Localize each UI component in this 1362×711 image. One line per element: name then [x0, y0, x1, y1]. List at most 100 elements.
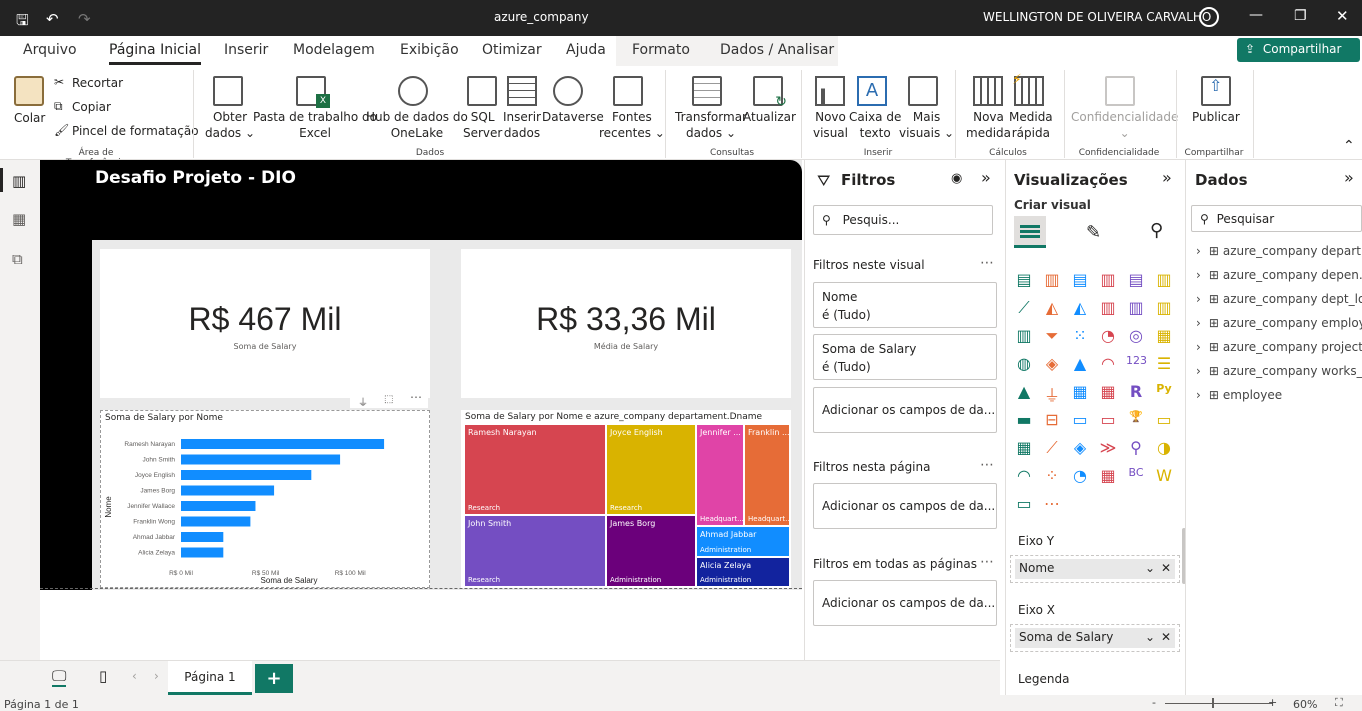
- chevron-right-icon[interactable]: ›: [1196, 244, 1201, 258]
- 100-column-chart-icon[interactable]: ▥: [1154, 270, 1174, 289]
- dot-matrix-icon[interactable]: ⁘: [1042, 466, 1062, 485]
- clustered-column-chart-icon[interactable]: ▥: [1098, 270, 1118, 289]
- report-title[interactable]: Desafio Projeto - DIO: [95, 168, 296, 188]
- data-table-item[interactable]: › ⊞ azure_company depart...: [1196, 244, 1362, 258]
- new-measure-button[interactable]: Nova medida: [966, 109, 1011, 141]
- key-influencers-icon[interactable]: ▬: [1014, 410, 1034, 429]
- menu-ajuda[interactable]: Ajuda: [566, 42, 606, 58]
- table-icon[interactable]: ▦: [1070, 382, 1090, 401]
- qa-icon[interactable]: ▭: [1070, 410, 1090, 429]
- treemap-tile[interactable]: Jennifer ... Headquart...: [697, 425, 744, 525]
- add-page-button[interactable]: +: [255, 664, 293, 693]
- chevron-right-icon[interactable]: ›: [1196, 292, 1201, 306]
- excel-workbook-button[interactable]: Pasta de trabalho do Excel: [253, 109, 377, 141]
- collapse-data-icon[interactable]: »: [1344, 168, 1354, 187]
- donut-chart-icon[interactable]: ◎: [1126, 326, 1146, 345]
- matrix-icon[interactable]: ▦: [1098, 382, 1118, 401]
- eixo-x-field[interactable]: Soma de Salary ⌄ ✕: [1015, 628, 1175, 648]
- zoom-in-icon[interactable]: +: [1268, 696, 1277, 709]
- treemap-tile[interactable]: John Smith Research: [465, 516, 605, 586]
- prev-page-icon[interactable]: ‹: [132, 669, 137, 683]
- treemap-tile[interactable]: Ahmad Jabbar Administration: [697, 527, 789, 556]
- sql-server-button[interactable]: SQL Server: [463, 109, 502, 141]
- power-automate-icon[interactable]: ⟋: [1042, 438, 1062, 457]
- more-visuals-button[interactable]: Mais visuais ⌄: [899, 109, 954, 141]
- treemap-visual[interactable]: Soma de Salary por Nome e azure_company …: [461, 410, 792, 588]
- chevron-right-icon[interactable]: ›: [1196, 364, 1201, 378]
- pie-chart-icon[interactable]: ◔: [1098, 326, 1118, 345]
- restore-icon[interactable]: ❐: [1294, 8, 1307, 24]
- treemap-tile[interactable]: James Borg Administration: [607, 516, 695, 586]
- azure-map-icon[interactable]: ▲: [1070, 354, 1090, 373]
- refresh-button[interactable]: Atualizar: [743, 109, 796, 125]
- chevron-visual-icon[interactable]: ≫: [1098, 438, 1118, 457]
- menu-arquivo[interactable]: Arquivo: [23, 42, 77, 58]
- bar-chart-visual[interactable]: Soma de Salary por Nome Ramesh Narayan Jo…: [100, 410, 430, 588]
- r-visual-icon[interactable]: R: [1126, 382, 1146, 401]
- minimize-icon[interactable]: —: [1249, 7, 1263, 23]
- data-table-item[interactable]: › ⊞ azure_company employ...: [1196, 316, 1362, 330]
- menu-exibicao[interactable]: Exibição: [400, 42, 459, 58]
- menu-inserir[interactable]: Inserir: [224, 42, 268, 58]
- cut-button[interactable]: Recortar: [72, 75, 123, 91]
- paste-button[interactable]: Colar: [14, 110, 45, 126]
- add-all-pages-filter-dropzone[interactable]: Adicionar os campos de da...: [813, 580, 997, 626]
- copy-button[interactable]: Copiar: [72, 99, 111, 115]
- data-table-item[interactable]: › ⊞ azure_company depen...: [1196, 268, 1362, 282]
- chevron-down-icon[interactable]: ⌄: [1145, 630, 1155, 644]
- gauge-icon[interactable]: ◠: [1098, 354, 1118, 373]
- line-column-chart-icon[interactable]: ▥: [1098, 298, 1118, 317]
- waterfall-chart-icon[interactable]: ▥: [1014, 326, 1034, 345]
- clustered-bar-chart-icon[interactable]: ▤: [1070, 270, 1090, 289]
- add-visual-filter-dropzone[interactable]: Adicionar os campos de da...: [813, 387, 997, 433]
- report-view-icon[interactable]: ▥: [12, 172, 26, 190]
- more-options-icon[interactable]: ⋯: [980, 457, 994, 473]
- menu-dados-analisar[interactable]: Dados / Analisar: [720, 42, 834, 58]
- chevron-right-icon[interactable]: ›: [1196, 268, 1201, 282]
- power-apps-icon[interactable]: ▦: [1014, 438, 1034, 457]
- format-visual-icon[interactable]: ✎: [1086, 222, 1101, 243]
- bar[interactable]: [181, 532, 224, 542]
- bar[interactable]: [181, 470, 312, 480]
- pie-visual-icon[interactable]: ◔: [1070, 466, 1090, 485]
- ribbon-chart-icon[interactable]: ▥: [1154, 298, 1174, 317]
- recent-sources-button[interactable]: Fontes recentes ⌄: [599, 109, 665, 141]
- kpi-card-sum-salary[interactable]: R$ 467 Mil Soma de Salary: [100, 249, 430, 398]
- search-visual-icon[interactable]: ⚲: [1126, 438, 1146, 457]
- collapse-filters-icon[interactable]: »: [981, 168, 991, 187]
- share-button[interactable]: ⇪ Compartilhar ⌄: [1237, 38, 1360, 70]
- more-options-icon[interactable]: ⋯: [980, 554, 994, 570]
- stacked-column-chart-icon[interactable]: ▥: [1042, 270, 1062, 289]
- filter-card-nome[interactable]: Nome é (Tudo): [813, 282, 997, 328]
- stacked-area-chart-icon[interactable]: ◭: [1070, 298, 1090, 317]
- slicer-icon[interactable]: ⏚: [1042, 382, 1062, 405]
- fit-to-page-icon[interactable]: ⛶: [1335, 696, 1343, 710]
- desktop-layout-icon[interactable]: 🖵: [52, 667, 67, 687]
- zoom-slider-thumb[interactable]: [1212, 698, 1214, 708]
- menu-modelagem[interactable]: Modelagem: [293, 42, 375, 58]
- filled-map-icon[interactable]: ◈: [1042, 354, 1062, 373]
- chevron-down-icon[interactable]: ⌄: [1145, 561, 1155, 575]
- kpi-icon[interactable]: ▲: [1014, 382, 1034, 401]
- format-painter-button[interactable]: Pincel de formatação: [72, 123, 199, 139]
- collapse-ribbon-icon[interactable]: ⌃: [1343, 138, 1355, 154]
- gauge-visual-icon[interactable]: ◠: [1014, 466, 1034, 485]
- paginated-report-icon[interactable]: ▭: [1154, 410, 1174, 429]
- text-box-button[interactable]: Caixa de texto: [849, 109, 901, 141]
- zoom-slider[interactable]: [1165, 703, 1273, 704]
- scatter-chart-icon[interactable]: ⁙: [1070, 326, 1090, 345]
- donut-visual-icon[interactable]: ◑: [1154, 438, 1174, 457]
- mobile-layout-icon[interactable]: ▯: [99, 667, 107, 685]
- data-table-item[interactable]: › ⊞ azure_company project: [1196, 340, 1362, 354]
- python-visual-icon[interactable]: Py: [1154, 382, 1174, 400]
- filter-card-soma-salary[interactable]: Soma de Salary é (Tudo): [813, 334, 997, 380]
- add-page-filter-dropzone[interactable]: Adicionar os campos de da...: [813, 483, 997, 529]
- chevron-right-icon[interactable]: ›: [1196, 316, 1201, 330]
- enter-data-button[interactable]: Inserir dados: [503, 109, 541, 141]
- bar[interactable]: [181, 485, 275, 496]
- chevron-right-icon[interactable]: ›: [1196, 388, 1201, 402]
- bar[interactable]: [181, 454, 341, 465]
- funnel-chart-icon[interactable]: ⏷: [1042, 326, 1062, 345]
- more-options-icon[interactable]: ⋯: [980, 255, 994, 271]
- treemap-tile[interactable]: Ramesh Narayan Research: [465, 425, 605, 514]
